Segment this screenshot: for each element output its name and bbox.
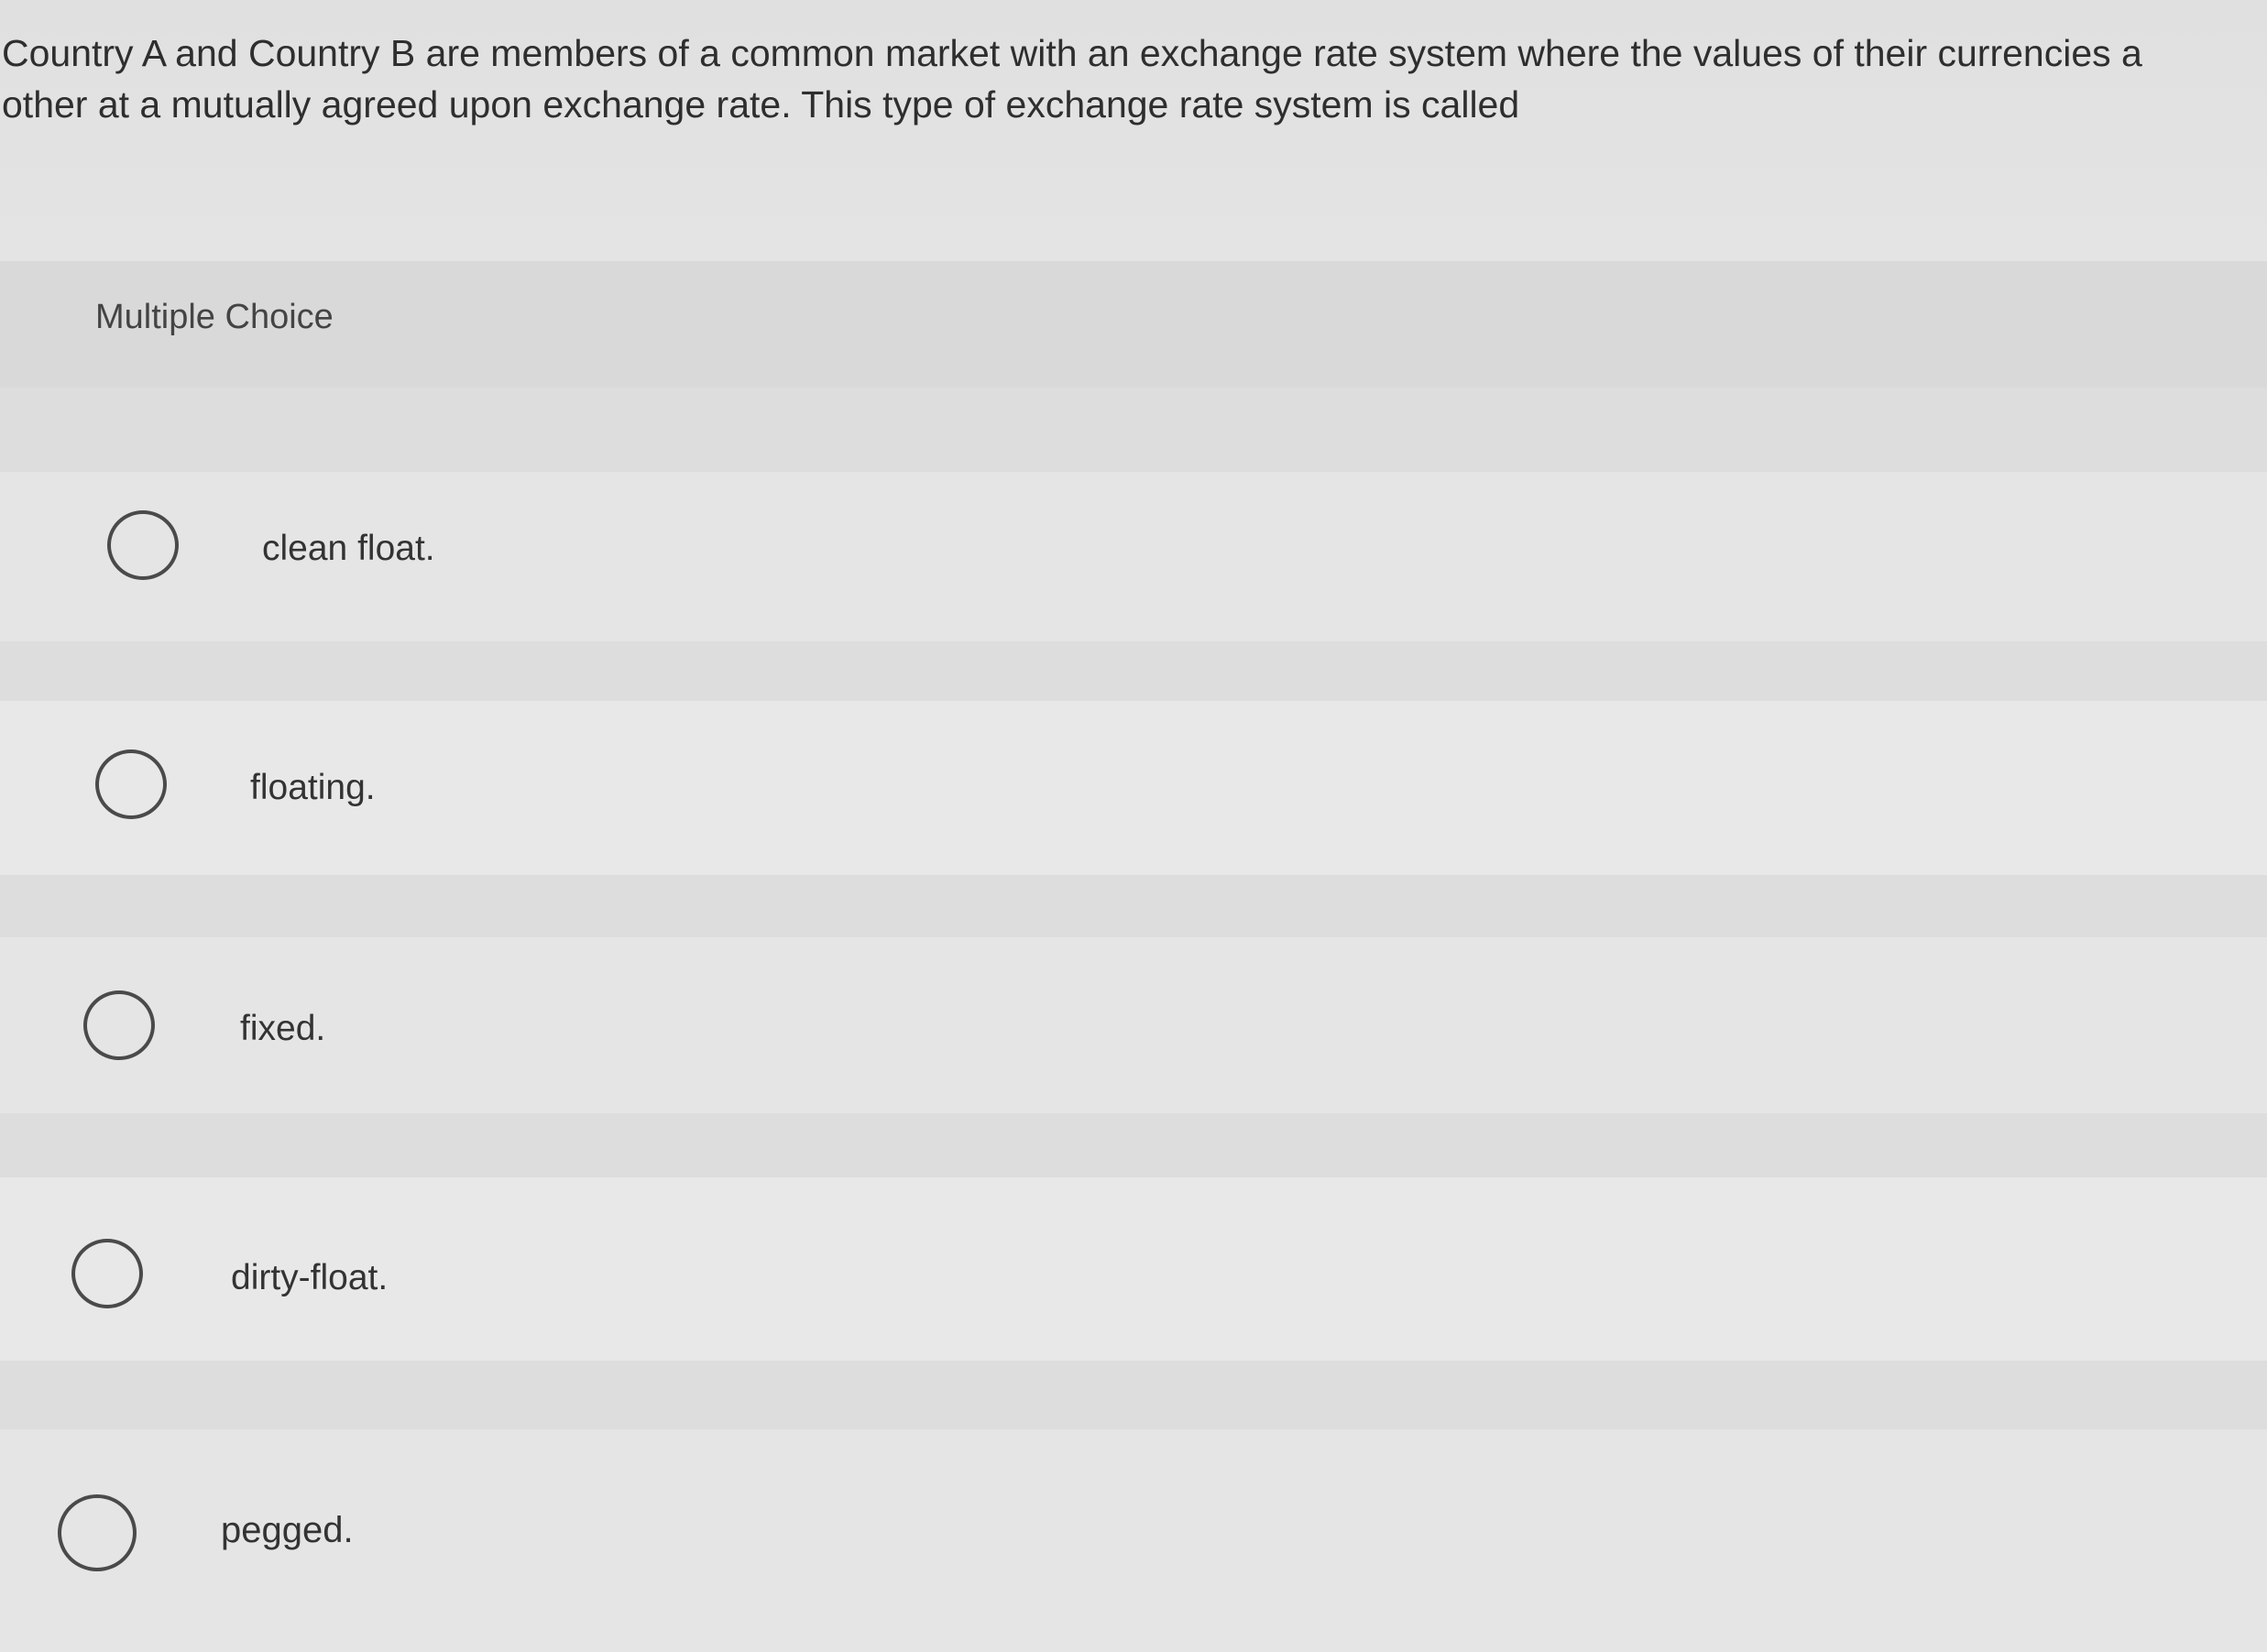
radio-button-icon[interactable] <box>107 510 179 580</box>
option-label: dirty-float. <box>231 1258 389 1297</box>
question-line-1: Country A and Country B are members of a… <box>2 32 2142 74</box>
radio-button-icon[interactable] <box>71 1239 143 1308</box>
multiple-choice-header: Multiple Choice <box>0 261 2267 388</box>
question-panel: Country A and Country B are members of a… <box>0 0 2267 261</box>
multiple-choice-label: Multiple Choice <box>95 298 334 336</box>
option-label: pegged. <box>221 1510 354 1550</box>
divider <box>0 1113 2267 1177</box>
divider <box>0 641 2267 701</box>
answer-option-dirty-float[interactable]: dirty-float. <box>0 1177 2267 1361</box>
answer-option-pegged[interactable]: pegged. <box>0 1429 2267 1652</box>
question-line-2: other at a mutually agreed upon exchange… <box>2 83 1520 126</box>
answer-option-floating[interactable]: floating. <box>0 701 2267 875</box>
divider <box>0 1361 2267 1429</box>
option-label: floating. <box>250 768 376 807</box>
option-label: clean float. <box>262 529 435 568</box>
option-label: fixed. <box>240 1009 326 1048</box>
divider <box>0 875 2267 937</box>
answer-option-clean-float[interactable]: clean float. <box>0 472 2267 641</box>
divider <box>0 388 2267 472</box>
question-text: Country A and Country B are members of a… <box>2 27 2267 130</box>
radio-button-icon[interactable] <box>83 990 155 1060</box>
radio-button-icon[interactable] <box>58 1494 137 1571</box>
answer-option-fixed[interactable]: fixed. <box>0 937 2267 1113</box>
radio-button-icon[interactable] <box>95 749 167 819</box>
